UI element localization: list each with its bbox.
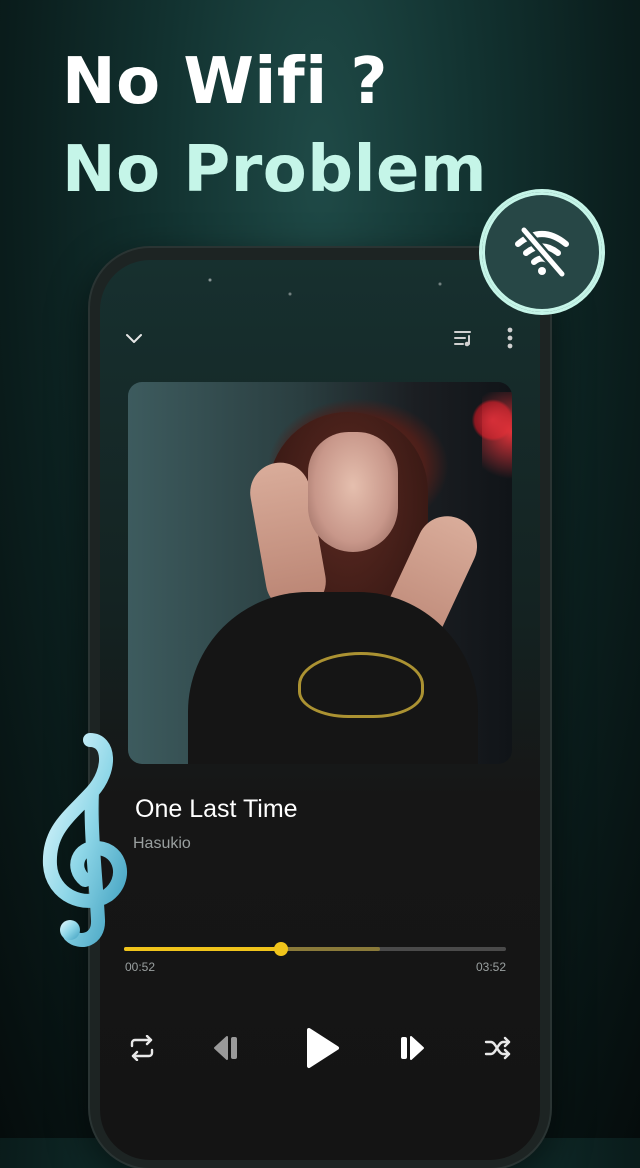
song-artist[interactable]: Hasukio	[133, 835, 191, 853]
promo-heading-line2: No Problem	[62, 133, 488, 207]
more-vertical-icon[interactable]	[498, 324, 522, 352]
shuffle-button[interactable]	[480, 1026, 516, 1070]
progress-slider[interactable]	[124, 942, 506, 956]
wifi-off-badge	[482, 192, 602, 312]
skip-next-icon	[401, 1036, 424, 1060]
play-button[interactable]	[300, 1026, 344, 1070]
chevron-down-icon[interactable]	[120, 324, 148, 352]
play-icon	[307, 1028, 339, 1068]
treble-clef-icon	[42, 733, 127, 947]
album-artwork	[128, 382, 512, 764]
skip-previous-icon	[214, 1036, 237, 1060]
previous-button[interactable]	[208, 1026, 244, 1070]
player-screen: One Last Time Hasukio 00:52 03:52	[100, 260, 540, 1160]
total-duration: 03:52	[475, 960, 506, 974]
promo-heading-line1: No Wifi ?	[62, 45, 389, 119]
repeat-button[interactable]	[124, 1026, 160, 1070]
queue-music-icon[interactable]	[450, 324, 478, 352]
song-title: One Last Time	[135, 795, 298, 823]
progress-thumb[interactable]	[273, 942, 288, 956]
progress-played	[124, 947, 281, 951]
wifi-off-icon	[515, 225, 569, 279]
shuffle-icon	[484, 1036, 511, 1060]
elapsed-time: 00:52	[125, 960, 156, 974]
next-button[interactable]	[394, 1026, 430, 1070]
repeat-icon	[130, 1035, 154, 1061]
